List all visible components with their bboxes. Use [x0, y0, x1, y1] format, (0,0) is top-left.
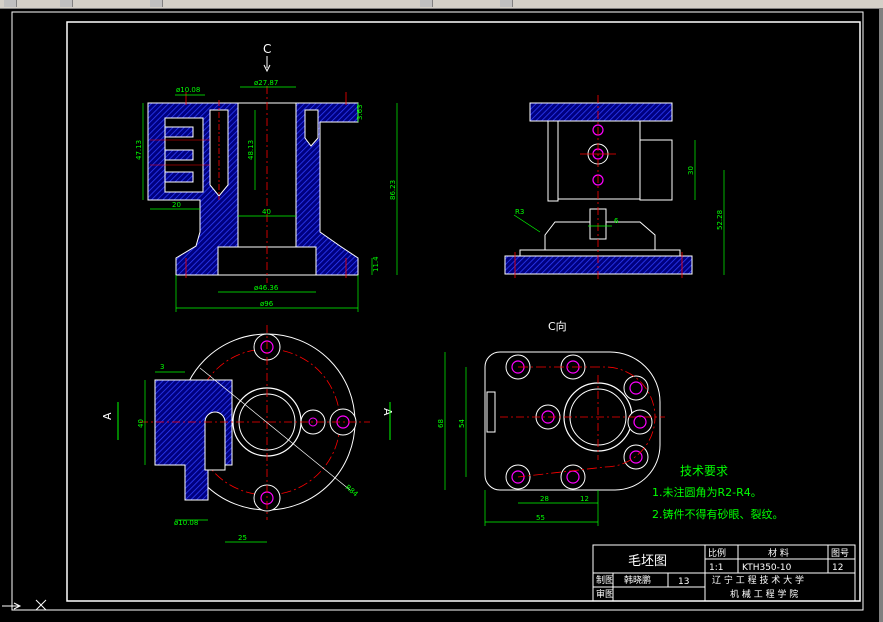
dim-d114: 11.4 — [372, 256, 380, 272]
dim-d6: 6 — [614, 217, 619, 225]
technical-notes: 技术要求 1.未注圆角为R2-R4。 2.铸件不得有砂眼、裂纹。 — [652, 464, 784, 521]
title-school-2: 机 械 工 程 学 院 — [730, 588, 798, 600]
ucs-icon — [2, 599, 47, 611]
view-c: C向 68 54 28 12 55 — [437, 319, 665, 526]
dim-d4713: 47.13 — [135, 140, 143, 160]
dim-d1008-top: ø10.08 — [176, 86, 200, 94]
dim-d68: 68 — [437, 419, 445, 428]
tool-button[interactable] — [150, 0, 163, 7]
dim-d84: R84 — [344, 483, 360, 498]
dim-d28: 28 — [540, 495, 549, 503]
dim-d5228: 52.28 — [716, 210, 724, 230]
notes-line-1: 1.未注圆角为R2-R4。 — [652, 485, 762, 499]
tool-button[interactable] — [500, 0, 513, 7]
dim-d25: 25 — [238, 534, 247, 542]
a-label-left: A — [101, 412, 114, 420]
title-sheet-header: 图号 — [831, 548, 849, 559]
notes-line-2: 2.铸件不得有砂眼、裂纹。 — [652, 507, 784, 521]
dim-d54: 54 — [458, 419, 466, 428]
title-block: 毛坯图 比例 材 料 图号 1:1 KTH350-10 12 制图 韩晓鹏 13… — [592, 544, 856, 602]
title-checked-label: 审图 — [596, 588, 614, 600]
title-school-1: 辽 宁 工 程 技 术 大 学 — [712, 574, 804, 586]
tool-button[interactable] — [60, 0, 73, 7]
title-material: KTH350-10 — [742, 563, 792, 573]
title-drawing-name: 毛坯图 — [628, 554, 667, 569]
dim-d4813: 48.13 — [247, 140, 255, 160]
title-drawn-label: 制图 — [596, 574, 614, 586]
side-view: 30 52.28 R3 6 — [504, 95, 725, 280]
dim-d30: 30 — [687, 166, 695, 175]
dim-d8623: 86.23 — [389, 180, 397, 200]
notes-heading: 技术要求 — [680, 464, 728, 478]
title-number: 13 — [678, 577, 689, 587]
title-scale-header: 比例 — [708, 547, 726, 559]
dim-d12: 12 — [580, 495, 589, 503]
dim-d55: 55 — [536, 514, 545, 522]
dim-d40: 40 — [262, 208, 271, 216]
dim-d1008-bot: ø10.08 — [174, 519, 198, 527]
tool-button[interactable] — [4, 0, 17, 7]
drawing-canvas[interactable]: ø10.08 ø27.87 47.13 48.13 3.63 86.23 20 … — [0, 8, 879, 622]
dim-d2787: ø27.87 — [254, 79, 278, 87]
dim-d20: 20 — [172, 201, 181, 209]
vertical-scrollbar[interactable] — [879, 8, 883, 622]
title-scale: 1:1 — [709, 563, 723, 573]
title-drawn-by: 韩晓鹏 — [624, 574, 651, 586]
section-c-label: C — [263, 42, 271, 56]
section-a-view: 40 3 R84 ø10.08 25 A A — [101, 325, 394, 543]
title-material-header: 材 料 — [768, 547, 789, 559]
front-section-view: ø10.08 ø27.87 47.13 48.13 3.63 86.23 20 … — [135, 42, 398, 312]
dim-d40-left: 40 — [137, 419, 145, 428]
view-c-label: C向 — [548, 319, 567, 333]
dim-d363: 3.63 — [356, 104, 364, 120]
tool-button[interactable] — [420, 0, 433, 7]
dim-d4636: ø46.36 — [254, 284, 279, 292]
a-label-right: A — [381, 408, 394, 416]
dim-r3: R3 — [515, 208, 524, 216]
title-sheet-no: 12 — [832, 563, 843, 573]
dim-d3: 3 — [160, 363, 164, 371]
dim-d96: ø96 — [260, 300, 274, 308]
